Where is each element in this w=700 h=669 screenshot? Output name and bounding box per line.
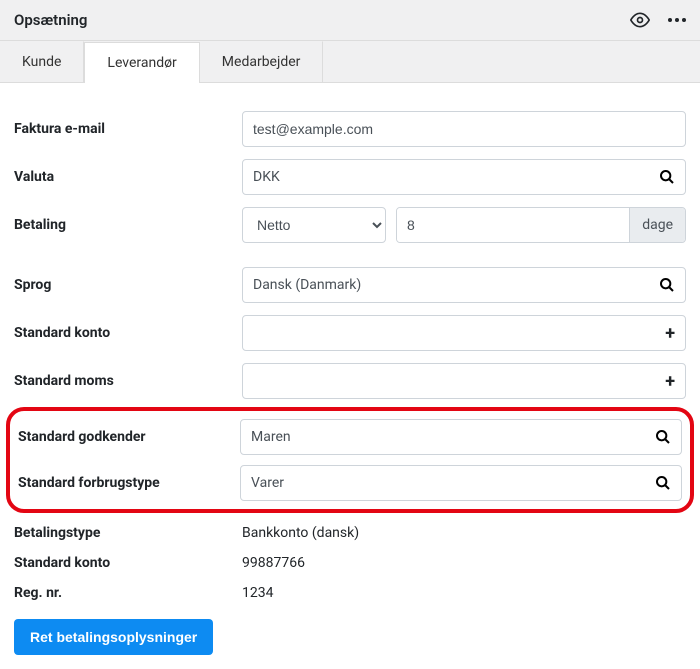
input-payment-days[interactable] — [397, 208, 629, 242]
search-icon — [655, 429, 671, 445]
tab-leverandor[interactable]: Leverandør — [84, 42, 199, 83]
row-default-vat: Standard moms + — [14, 363, 686, 399]
label-default-approver: Standard godkender — [18, 429, 240, 445]
page-header: Opsætning — [0, 0, 700, 41]
more-icon[interactable] — [668, 18, 686, 22]
eye-icon[interactable] — [630, 10, 650, 30]
tab-kunde[interactable]: Kunde — [0, 41, 84, 82]
search-icon — [659, 277, 675, 293]
label-default-account-static: Standard konto — [14, 555, 242, 571]
page-title: Opsætning — [14, 11, 87, 29]
value-reg-no: 1234 — [242, 585, 273, 601]
row-default-consumption-type: Standard forbrugstype Varer — [18, 465, 682, 501]
search-icon — [659, 169, 675, 185]
lookup-language[interactable]: Dansk (Danmark) — [242, 267, 686, 303]
highlight-box: Standard godkender Maren Standard forbru… — [6, 407, 694, 513]
row-default-approver: Standard godkender Maren — [18, 419, 682, 455]
lookup-default-vat[interactable]: + — [242, 363, 686, 399]
label-currency: Valuta — [14, 169, 242, 185]
row-default-account: Standard konto + — [14, 315, 686, 351]
label-default-consumption-type: Standard forbrugstype — [18, 475, 240, 491]
tab-medarbejder[interactable]: Medarbejder — [200, 41, 324, 82]
tabs: Kunde Leverandør Medarbejder — [0, 41, 700, 83]
form-content: Faktura e-mail Valuta DKK Betaling Netto… — [0, 83, 700, 669]
label-language: Sprog — [14, 277, 242, 293]
label-payment-type: Betalingstype — [14, 525, 242, 541]
header-actions — [630, 10, 686, 30]
plus-icon: + — [665, 323, 675, 344]
label-invoice-email: Faktura e-mail — [14, 121, 242, 137]
search-icon — [655, 475, 671, 491]
suffix-days: dage — [629, 208, 685, 242]
lookup-default-consumption-type-value: Varer — [251, 475, 284, 491]
label-payment: Betaling — [14, 217, 242, 233]
lookup-default-account[interactable]: + — [242, 315, 686, 351]
input-payment-days-group: dage — [396, 207, 686, 243]
select-payment-terms[interactable]: Netto — [242, 207, 386, 243]
value-payment-type: Bankkonto (dansk) — [242, 525, 359, 541]
lookup-currency[interactable]: DKK — [242, 159, 686, 195]
lookup-default-approver-value: Maren — [251, 429, 291, 445]
lookup-default-consumption-type[interactable]: Varer — [240, 465, 682, 501]
lookup-currency-value: DKK — [253, 169, 280, 185]
label-default-vat: Standard moms — [14, 373, 242, 389]
edit-payment-info-button[interactable]: Ret betalingsoplysninger — [14, 619, 213, 655]
row-payment-type: Betalingstype Bankkonto (dansk) — [14, 525, 686, 541]
lookup-language-value: Dansk (Danmark) — [253, 277, 361, 293]
label-reg-no: Reg. nr. — [14, 585, 242, 601]
row-default-account-static: Standard konto 99887766 — [14, 555, 686, 571]
input-invoice-email[interactable] — [242, 111, 686, 147]
plus-icon: + — [665, 371, 675, 392]
lookup-default-approver[interactable]: Maren — [240, 419, 682, 455]
label-default-account: Standard konto — [14, 325, 242, 341]
value-default-account-static: 99887766 — [242, 555, 305, 571]
row-language: Sprog Dansk (Danmark) — [14, 267, 686, 303]
row-invoice-email: Faktura e-mail — [14, 111, 686, 147]
row-reg-no: Reg. nr. 1234 — [14, 585, 686, 601]
row-payment: Betaling Netto dage — [14, 207, 686, 243]
row-currency: Valuta DKK — [14, 159, 686, 195]
